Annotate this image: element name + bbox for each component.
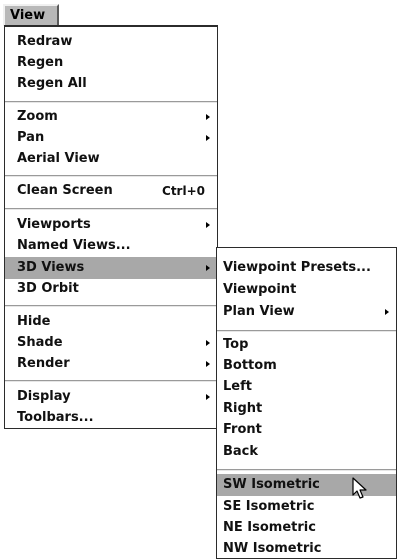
submenu-item-viewpoint-presets[interactable]: Viewpoint Presets... bbox=[217, 257, 396, 279]
submenu-item-left[interactable]: Left bbox=[217, 376, 396, 398]
3d-views-submenu: Viewpoint Presets... Viewpoint Plan View… bbox=[216, 247, 397, 559]
submenu-arrow-icon bbox=[206, 114, 210, 120]
menu-separator bbox=[5, 208, 217, 210]
menu-item-shortcut: Ctrl+0 bbox=[162, 184, 205, 198]
menu-item-label: Pan bbox=[17, 130, 45, 145]
menu-item-label: 3D Orbit bbox=[17, 281, 79, 296]
menu-item-hide[interactable]: Hide bbox=[5, 311, 217, 333]
submenu-item-viewpoint[interactable]: Viewpoint bbox=[217, 279, 396, 301]
menu-item-label: Hide bbox=[17, 314, 51, 329]
menu-item-named-views[interactable]: Named Views... bbox=[5, 235, 217, 257]
menu-item-shade[interactable]: Shade bbox=[5, 332, 217, 354]
submenu-item-nw-isometric[interactable]: NW Isometric bbox=[217, 538, 396, 559]
menu-item-3d-orbit[interactable]: 3D Orbit bbox=[5, 278, 217, 300]
menu-item-regen[interactable]: Regen bbox=[5, 52, 217, 74]
submenu-item-plan-view[interactable]: Plan View bbox=[217, 301, 396, 323]
menu-item-3d-views[interactable]: 3D Views bbox=[5, 257, 217, 279]
menu-item-display[interactable]: Display bbox=[5, 386, 217, 408]
menu-item-label: Viewpoint Presets... bbox=[223, 260, 371, 275]
menu-item-label: Viewpoint bbox=[223, 282, 297, 297]
menu-item-clean-screen[interactable]: Clean Screen Ctrl+0 bbox=[5, 180, 217, 202]
menu-item-aerial-view[interactable]: Aerial View bbox=[5, 148, 217, 170]
menu-item-label: 3D Views bbox=[17, 260, 85, 275]
menu-item-render[interactable]: Render bbox=[5, 353, 217, 375]
menu-item-label: Back bbox=[223, 444, 259, 459]
menu-item-label: Plan View bbox=[223, 304, 295, 319]
menu-item-label: Redraw bbox=[17, 34, 73, 49]
menu-item-label: Regen All bbox=[17, 76, 87, 91]
view-menu: Redraw Regen Regen All Zoom Pan Aerial V… bbox=[4, 25, 218, 429]
menu-item-pan[interactable]: Pan bbox=[5, 127, 217, 149]
menubar-view-label: View bbox=[10, 8, 46, 23]
submenu-arrow-icon bbox=[206, 265, 210, 271]
menu-item-label: Display bbox=[17, 389, 71, 404]
menu-item-regen-all[interactable]: Regen All bbox=[5, 73, 217, 95]
menu-item-label: Left bbox=[223, 379, 252, 394]
menu-item-zoom[interactable]: Zoom bbox=[5, 106, 217, 128]
menubar-view[interactable]: View bbox=[3, 4, 59, 26]
menu-item-label: NE Isometric bbox=[223, 520, 316, 535]
menu-item-label: Toolbars... bbox=[17, 410, 94, 425]
submenu-item-back[interactable]: Back bbox=[217, 441, 396, 463]
submenu-arrow-icon bbox=[206, 361, 210, 367]
menu-item-label: NW Isometric bbox=[223, 541, 322, 556]
screen: View Redraw Regen Regen All Zoom Pan Aer… bbox=[0, 0, 397, 559]
menu-item-label: Zoom bbox=[17, 109, 58, 124]
submenu-arrow-icon bbox=[206, 222, 210, 228]
menu-item-toolbars[interactable]: Toolbars... bbox=[5, 407, 217, 429]
menu-item-label: Bottom bbox=[223, 358, 277, 373]
menu-item-label: Render bbox=[17, 356, 70, 371]
menu-item-label: Clean Screen bbox=[17, 183, 113, 198]
menu-item-label: Viewports bbox=[17, 217, 91, 232]
menu-item-label: Top bbox=[223, 337, 249, 352]
menu-item-label: Named Views... bbox=[17, 238, 131, 253]
menu-separator bbox=[5, 305, 217, 307]
menu-item-label: Front bbox=[223, 422, 262, 437]
menu-item-label: Regen bbox=[17, 55, 64, 70]
submenu-arrow-icon bbox=[206, 394, 210, 400]
menu-item-label: SE Isometric bbox=[223, 499, 315, 514]
menu-item-redraw[interactable]: Redraw bbox=[5, 31, 217, 53]
menu-item-viewports[interactable]: Viewports bbox=[5, 214, 217, 236]
submenu-arrow-icon bbox=[206, 340, 210, 346]
menu-separator bbox=[217, 330, 396, 332]
menu-separator bbox=[5, 380, 217, 382]
menu-separator bbox=[5, 175, 217, 177]
menu-separator bbox=[5, 101, 217, 103]
submenu-arrow-icon bbox=[206, 135, 210, 141]
menu-item-label: Right bbox=[223, 401, 263, 416]
menu-item-label: Shade bbox=[17, 335, 63, 350]
mouse-pointer-icon bbox=[352, 477, 367, 499]
submenu-arrow-icon bbox=[385, 309, 389, 315]
submenu-item-front[interactable]: Front bbox=[217, 419, 396, 441]
menu-item-label: Aerial View bbox=[17, 151, 100, 166]
menu-item-label: SW Isometric bbox=[223, 477, 320, 492]
submenu-item-ne-isometric[interactable]: NE Isometric bbox=[217, 517, 396, 539]
submenu-item-right[interactable]: Right bbox=[217, 398, 396, 420]
submenu-item-bottom[interactable]: Bottom bbox=[217, 355, 396, 377]
menu-separator bbox=[217, 469, 396, 471]
submenu-item-top[interactable]: Top bbox=[217, 334, 396, 356]
